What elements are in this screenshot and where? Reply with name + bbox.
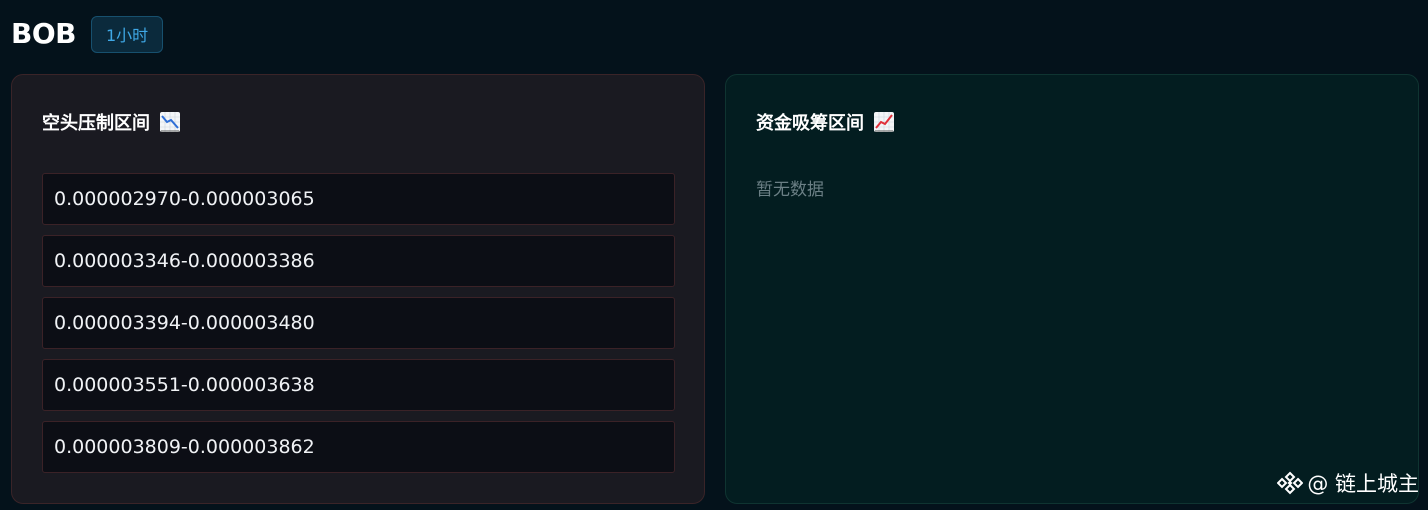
chart-increasing-icon — [874, 112, 894, 132]
bull-panel-title: 资金吸筹区间 — [756, 109, 894, 135]
bear-panel-title-text: 空头压制区间 — [42, 113, 150, 134]
header: BOB 1小时 — [11, 15, 164, 53]
zone-item: 0.000003394-0.000003480 — [42, 297, 675, 349]
bear-zone-list: 0.000002970-0.000003065 0.000003346-0.00… — [42, 173, 675, 473]
zone-item: 0.000003346-0.000003386 — [42, 235, 675, 287]
bear-pressure-panel: 空头压制区间 0.000002970-0.000003065 0.0000033… — [11, 74, 705, 504]
watermark-text: @ 链上城主 — [1307, 472, 1419, 496]
empty-state-text: 暂无数据 — [756, 180, 824, 200]
bull-panel-title-text: 资金吸筹区间 — [756, 113, 864, 134]
binance-logo-icon — [1277, 470, 1304, 496]
page: BOB 1小时 空头压制区间 0.000002970-0.000003065 0… — [0, 0, 1428, 510]
zone-item: 0.000003809-0.000003862 — [42, 421, 675, 473]
zone-item: 0.000002970-0.000003065 — [42, 173, 675, 225]
chart-decreasing-icon — [160, 112, 180, 132]
token-symbol: BOB — [11, 17, 77, 50]
bear-panel-title: 空头压制区间 — [42, 109, 180, 135]
watermark: @ 链上城主 — [1277, 468, 1419, 498]
capital-accumulation-panel: 资金吸筹区间 暂无数据 — [725, 74, 1419, 504]
timeframe-badge[interactable]: 1小时 — [91, 15, 164, 53]
zone-item: 0.000003551-0.000003638 — [42, 359, 675, 411]
